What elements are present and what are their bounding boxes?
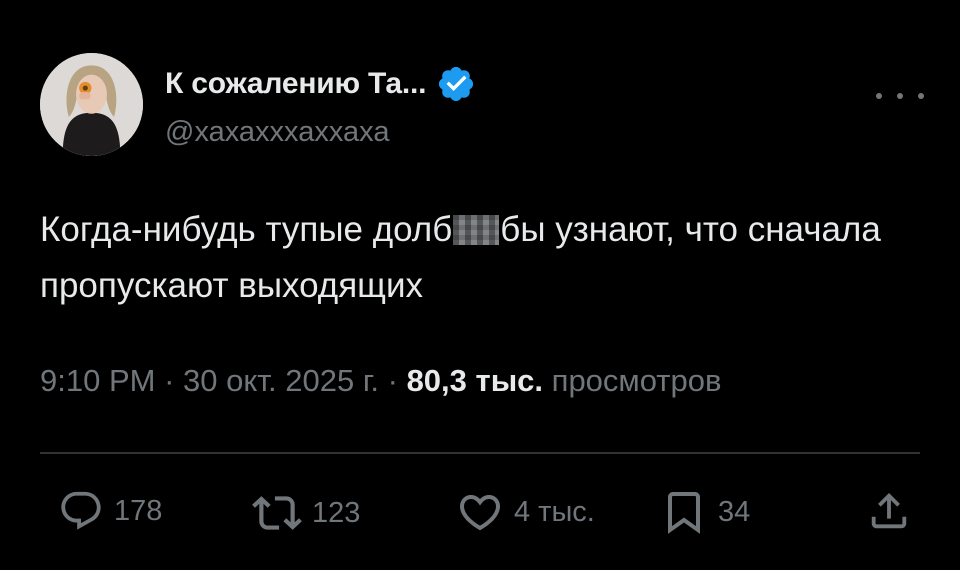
tweet-date[interactable]: 30 окт. 2025 г.	[183, 363, 379, 398]
divider	[40, 452, 920, 454]
share-button[interactable]	[866, 488, 912, 534]
author-handle[interactable]: @хахахххаххаха	[165, 116, 389, 149]
views-count[interactable]: 80,3 тыс.	[407, 363, 543, 398]
repost-icon	[252, 496, 302, 530]
bookmark-count: 34	[718, 495, 751, 528]
reply-icon	[61, 491, 101, 530]
verified-badge-icon	[439, 66, 474, 102]
repost-count: 123	[312, 496, 361, 529]
bookmark-button[interactable]: 34	[660, 488, 750, 536]
share-icon	[871, 492, 907, 529]
author-name[interactable]: К сожалению Та...	[165, 67, 427, 101]
avatar-image	[40, 53, 143, 156]
like-count: 4 тыс.	[514, 495, 595, 528]
action-bar: 178 123 4 тыс. 34	[40, 488, 920, 544]
tweet-time[interactable]: 9:10 PM	[40, 363, 155, 398]
meta-separator: ·	[387, 363, 398, 398]
reply-button[interactable]: 178	[58, 488, 162, 534]
tweet-meta: 9:10 PM · 30 окт. 2025 г. · 80,3 тыс. пр…	[40, 363, 721, 399]
views-label: просмотров	[551, 363, 722, 398]
like-button[interactable]: 4 тыс.	[456, 488, 595, 536]
tweet-text-part1: Когда-нибудь тупые долб	[40, 210, 453, 249]
more-dot	[876, 93, 882, 99]
like-icon	[459, 495, 501, 531]
censored-word-blur	[453, 215, 500, 245]
reply-count: 178	[114, 494, 163, 527]
meta-separator: ·	[164, 363, 175, 398]
repost-button[interactable]: 123	[252, 488, 360, 538]
bookmark-icon	[668, 492, 700, 534]
more-icon[interactable]	[876, 86, 924, 106]
more-dot	[918, 93, 924, 99]
author-row: К сожалению Та...	[165, 64, 476, 104]
avatar[interactable]	[40, 53, 143, 156]
tweet-text: Когда-нибудь тупые долб бы узнают, что сн…	[40, 202, 920, 314]
more-dot	[897, 93, 903, 99]
